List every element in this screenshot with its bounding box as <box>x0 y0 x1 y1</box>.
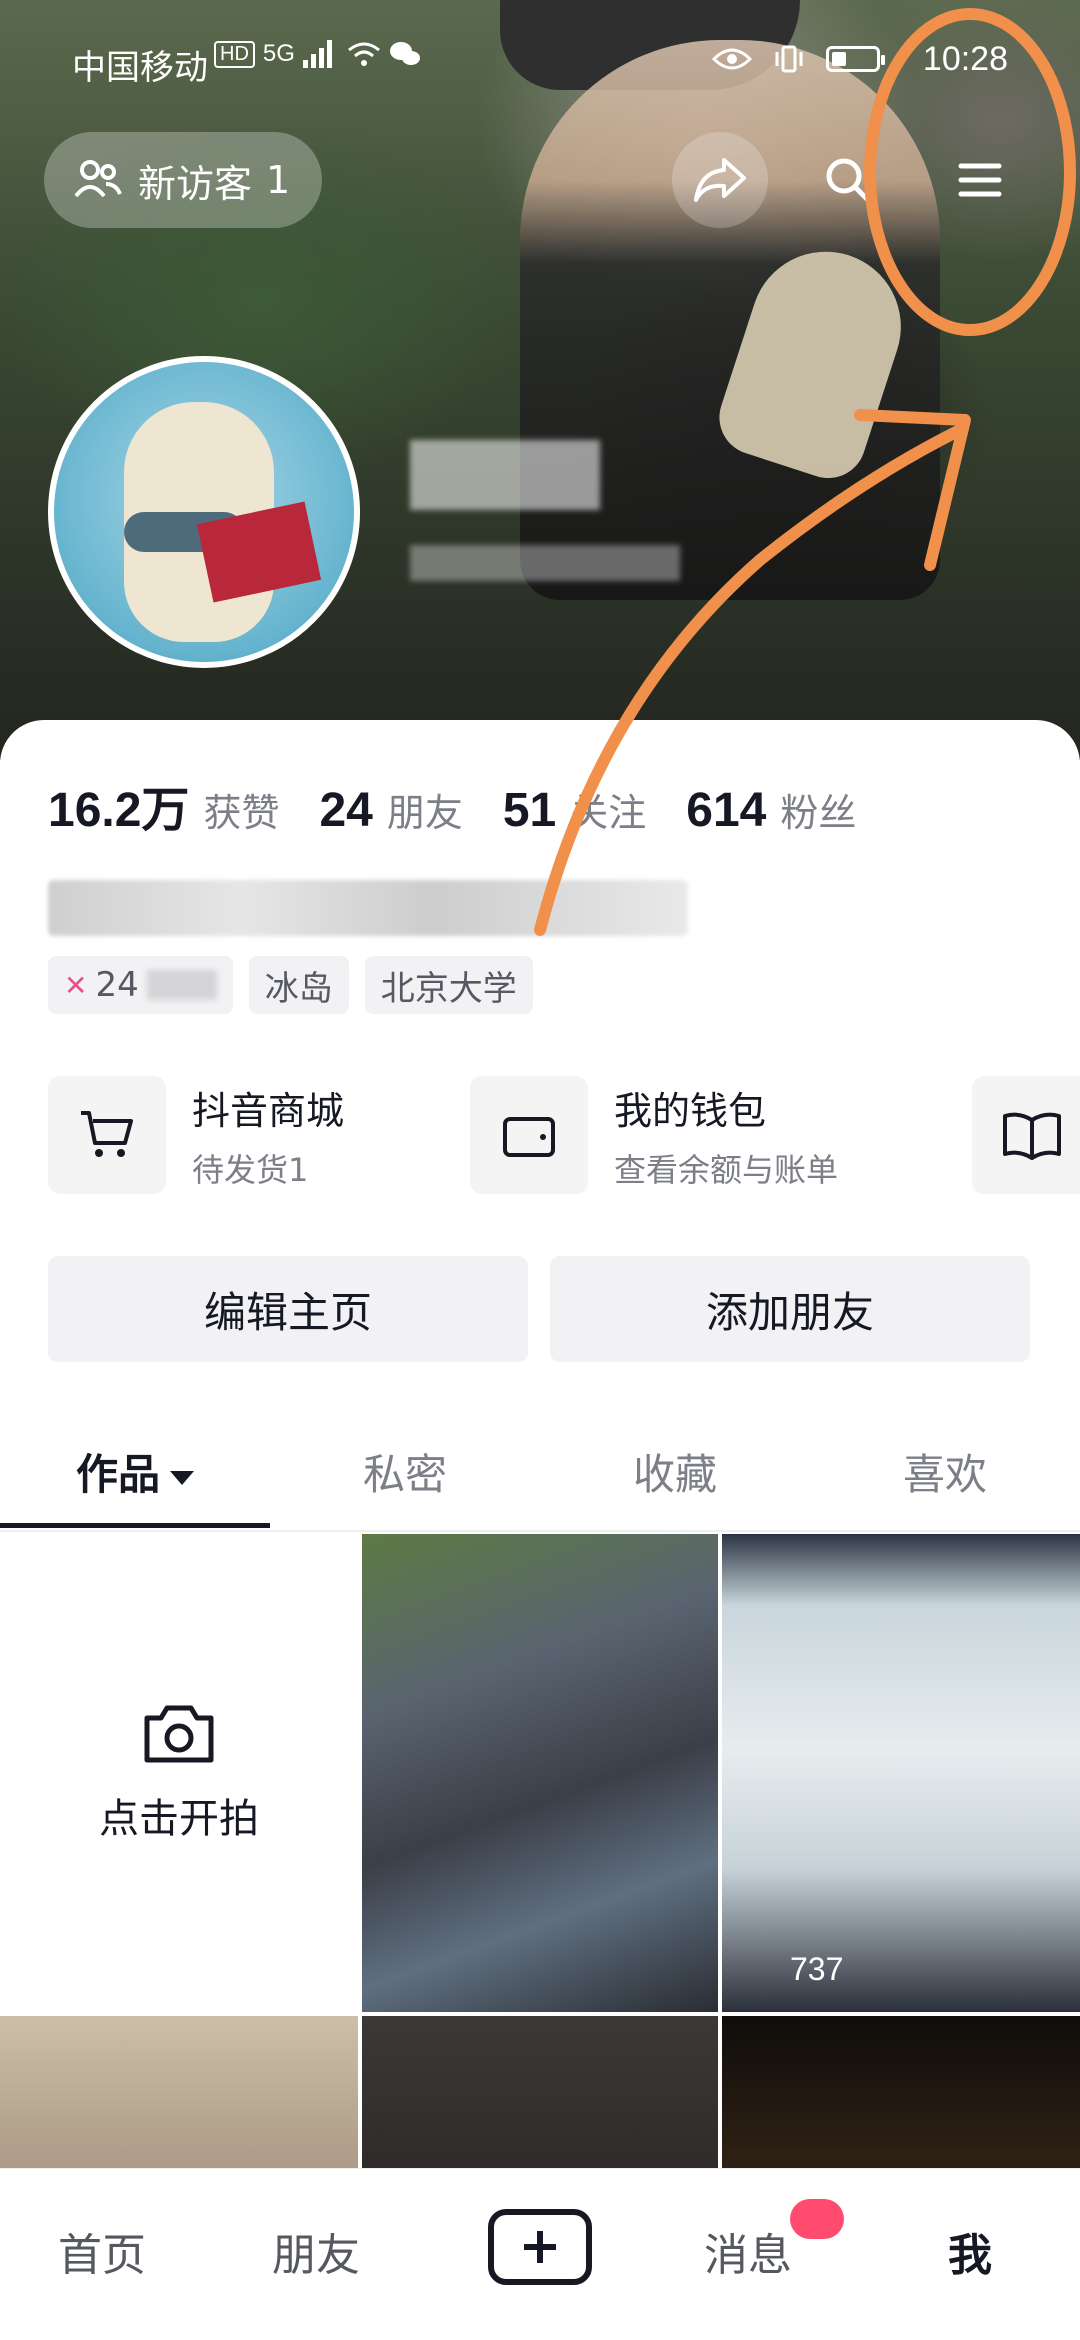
network-indicator: HD 5G <box>214 40 421 68</box>
signal-bars-icon <box>302 40 332 68</box>
mall-subtitle: 待发货1 <box>192 1150 309 1189</box>
bottom-nav: 首页 朋友 消息 我 <box>0 2168 1080 2340</box>
tag-location[interactable]: 冰岛 <box>248 956 349 1014</box>
share-icon <box>694 158 746 202</box>
tag-age-value: 24 <box>95 965 139 1005</box>
douyin-mall-entry[interactable]: 抖音商城 待发货1 <box>48 1076 344 1194</box>
message-badge <box>790 2199 844 2239</box>
tab-private[interactable]: 私密 <box>270 1430 540 1530</box>
book-icon <box>1003 1112 1061 1160</box>
cart-icon <box>48 1076 166 1194</box>
tag-school[interactable]: 北京大学 <box>364 956 533 1014</box>
account-id-blurred <box>410 545 680 581</box>
stat-likes[interactable]: 16.2万 获赞 <box>48 770 279 840</box>
nickname-blurred <box>410 440 600 510</box>
start-shooting-label: 点击开拍 <box>99 1796 259 1842</box>
wallet-entry[interactable]: 我的钱包 查看余额与账单 <box>470 1076 838 1194</box>
caret-down-icon <box>170 1470 194 1485</box>
hd-badge: HD <box>214 40 255 68</box>
stat-value: 614 <box>686 784 767 837</box>
status-right-icons <box>712 44 885 74</box>
video-thumbnail[interactable] <box>362 1534 718 2012</box>
camera-icon <box>144 1705 214 1763</box>
people-icon <box>74 160 122 198</box>
stat-followers[interactable]: 614 粉丝 <box>686 782 856 838</box>
stat-label: 粉丝 <box>780 791 857 835</box>
stat-value: 16.2万 <box>48 784 190 837</box>
search-button[interactable] <box>800 132 896 228</box>
content-tabs: 作品 私密 收藏 喜欢 <box>0 1430 1080 1530</box>
vibrate-icon <box>775 45 803 73</box>
nav-home[interactable]: 首页 <box>58 2219 146 2283</box>
start-shooting-cell[interactable]: 点击开拍 <box>0 1534 358 2012</box>
menu-icon <box>958 163 1002 197</box>
tag-age[interactable]: ✕ 24 <box>48 956 233 1014</box>
stat-label: 获赞 <box>203 791 280 835</box>
video-play-count: 737 <box>790 1951 844 1987</box>
wallet-icon <box>470 1076 588 1194</box>
stat-following[interactable]: 51 关注 <box>503 782 646 838</box>
profile-stats: 16.2万 获赞 24 朋友 51 关注 614 粉丝 <box>48 770 856 840</box>
stat-label: 朋友 <box>386 791 463 835</box>
tab-works[interactable]: 作品 <box>0 1430 270 1530</box>
video-thumbnail[interactable]: 737 <box>722 1534 1080 2012</box>
nav-messages[interactable]: 消息 <box>704 2219 792 2283</box>
wallet-title: 我的钱包 <box>614 1088 767 1133</box>
female-icon: ✕ <box>64 968 88 1002</box>
clock: 10:28 <box>922 40 1008 78</box>
tab-works-label: 作品 <box>75 1450 160 1499</box>
eye-icon <box>712 48 752 70</box>
nav-me[interactable]: 我 <box>948 2219 992 2283</box>
bio-blurred[interactable] <box>48 880 688 936</box>
avatar[interactable] <box>48 356 360 668</box>
stat-value: 24 <box>319 784 373 837</box>
tab-favorites[interactable]: 收藏 <box>540 1430 810 1530</box>
status-bar: 中国移动 HD 5G 10:28 <box>0 0 1080 120</box>
visitor-label: 新访客 <box>138 161 253 206</box>
stat-label: 关注 <box>570 791 647 835</box>
carrier-name: 中国移动 <box>72 49 208 87</box>
tag-age-blur <box>146 970 217 1000</box>
edit-profile-button[interactable]: 编辑主页 <box>48 1256 528 1362</box>
share-button[interactable] <box>672 132 768 228</box>
tabs-divider <box>0 1530 1080 1532</box>
menu-button[interactable] <box>932 132 1028 228</box>
mall-title: 抖音商城 <box>192 1088 345 1133</box>
signal-type: 5G <box>262 40 295 67</box>
more-tools-button[interactable] <box>972 1076 1080 1194</box>
nav-friends[interactable]: 朋友 <box>272 2219 360 2283</box>
stat-value: 51 <box>502 784 557 837</box>
new-visitors-button[interactable]: 新访客 1 <box>44 132 323 228</box>
wallet-subtitle: 查看余额与账单 <box>614 1150 839 1189</box>
add-friend-button[interactable]: 添加朋友 <box>550 1256 1030 1362</box>
wechat-icon <box>389 42 420 65</box>
wifi-icon <box>347 42 380 66</box>
search-icon <box>826 158 872 204</box>
stat-friends[interactable]: 24 朋友 <box>319 782 462 838</box>
visitor-count: 1 <box>266 158 291 202</box>
create-plus-button[interactable] <box>488 2209 592 2285</box>
tab-likes[interactable]: 喜欢 <box>810 1430 1080 1530</box>
battery-icon <box>826 46 885 72</box>
profile-tags: ✕ 24 冰岛 北京大学 <box>48 956 533 1014</box>
